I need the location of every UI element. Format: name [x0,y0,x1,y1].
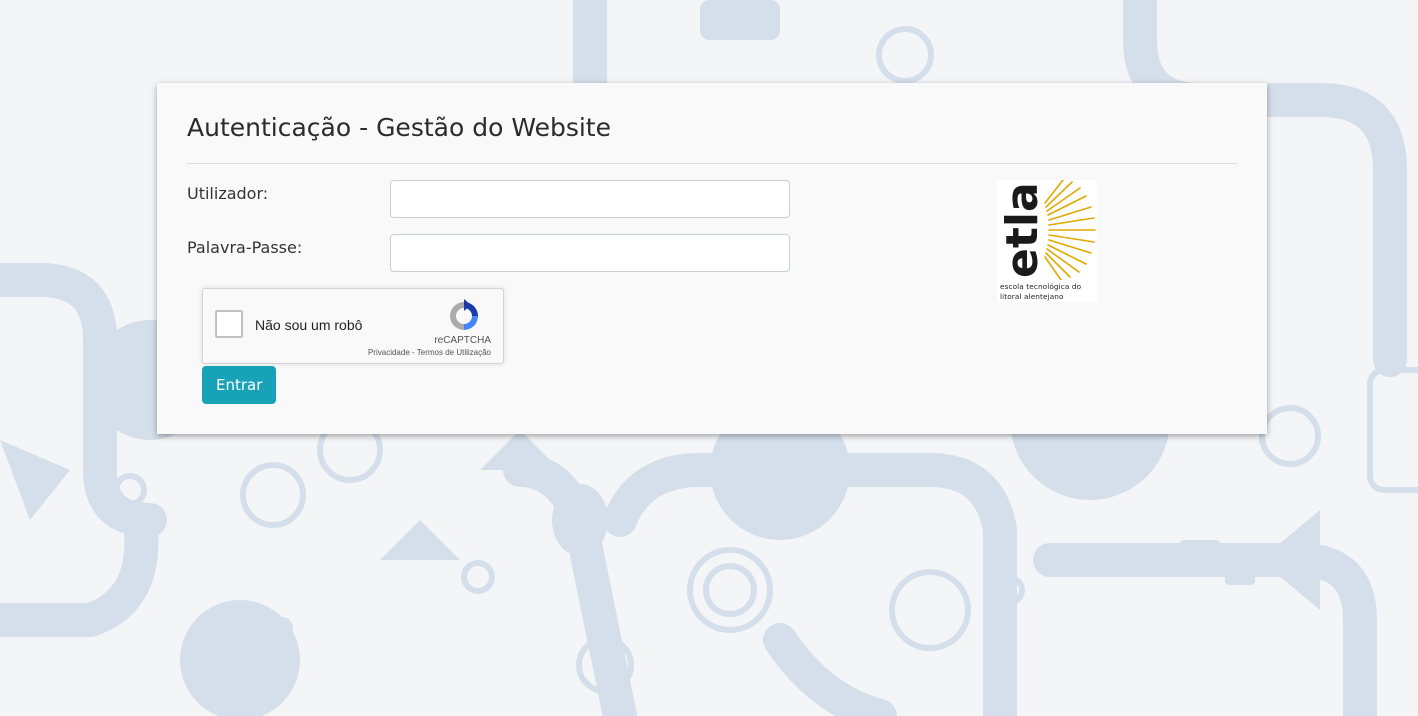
privacy-link[interactable]: Privacidade [368,348,410,357]
login-button[interactable]: Entrar [202,366,277,404]
logo-wordmark: etla [997,182,1048,278]
recaptcha-brand: reCAPTCHA [434,335,491,346]
school-logo: etla escola tecnológica do litoral alent… [997,180,1097,302]
recaptcha-links: Privacidade - Termos de Utilização [368,348,491,357]
link-separator: - [409,348,417,357]
username-label: Utilizador: [187,184,269,203]
login-card: Autenticação - Gestão do Website Utiliza… [157,83,1267,434]
password-label: Palavra-Passe: [187,238,303,257]
terms-link[interactable]: Termos de Utilização [417,348,491,357]
recaptcha-icon [450,299,478,330]
logo-text-line2: litoral alentejano [1000,292,1064,301]
title-divider [187,163,1237,164]
password-input[interactable] [390,234,790,272]
logo-text-line1: escola tecnológica do [1000,282,1082,291]
recaptcha-label: Não sou um robô [255,317,363,333]
page-title: Autenticação - Gestão do Website [187,113,611,142]
username-input[interactable] [390,180,790,218]
sun-logo-icon: etla [997,180,1096,280]
recaptcha-widget: Não sou um robô reCAPTCHA Privacidade - … [202,288,504,364]
recaptcha-checkbox[interactable] [215,310,243,338]
